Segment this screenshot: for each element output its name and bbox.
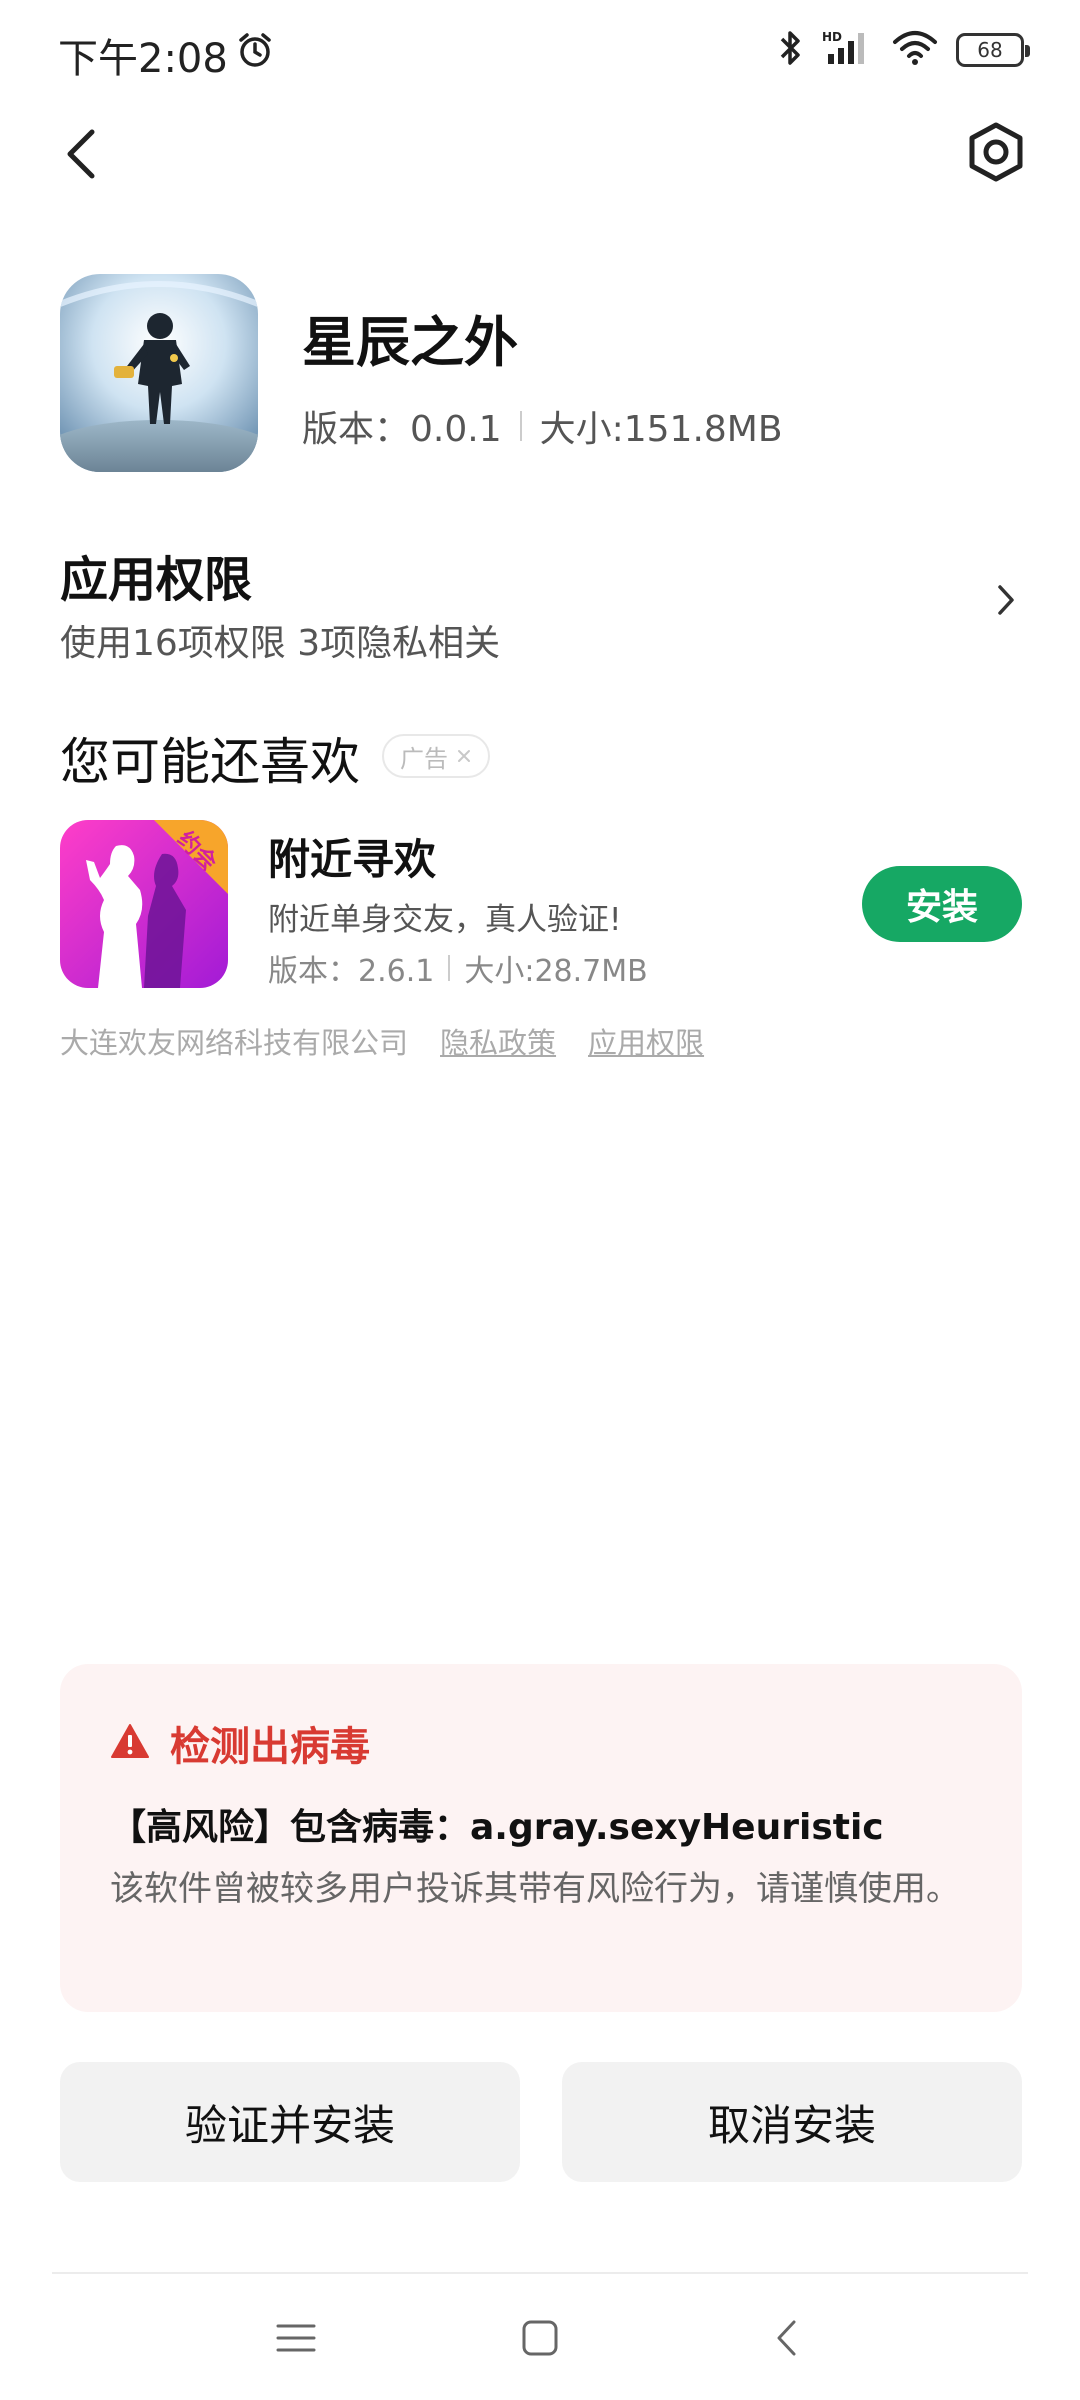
recommend-title: 您可能还喜欢 (60, 733, 360, 791)
meta-separator (519, 411, 522, 441)
home-icon (521, 2319, 559, 2361)
cancel-install-button[interactable]: 取消安装 (562, 2062, 1022, 2182)
app-permissions-link[interactable]: 应用权限 (588, 1020, 704, 1062)
recommend-app-name: 附近寻欢 (268, 835, 437, 884)
app-size: 大小:151.8MB (539, 409, 783, 450)
battery-indicator: 68 (956, 33, 1030, 67)
recommend-app-meta: 版本：2.6.1 大小:28.7MB (268, 946, 648, 990)
permissions-title: 应用权限 (60, 552, 253, 608)
nav-back-button[interactable] (756, 2310, 816, 2370)
app-meta: 版本：0.0.1 大小:151.8MB (302, 400, 783, 452)
menu-icon (276, 2322, 316, 2358)
settings-button[interactable] (964, 122, 1028, 186)
clock-text: 下午2:08 (58, 36, 228, 82)
bluetooth-icon (778, 28, 804, 72)
menu-button[interactable] (266, 2310, 326, 2370)
warning-header: 检测出病毒 (110, 1714, 370, 1772)
battery-level: 68 (977, 38, 1003, 62)
back-button[interactable] (52, 126, 112, 186)
recommend-app-version: 版本：2.6.1 (268, 954, 435, 989)
permissions-row[interactable]: 应用权限 使用16项权限 3项隐私相关 (60, 540, 1026, 670)
signal-icon: HD (822, 28, 874, 72)
status-time: 下午2:08 (58, 26, 274, 84)
close-icon (456, 742, 472, 770)
warning-icon (110, 1723, 150, 1763)
recommend-app-icon[interactable]: 约会 (60, 820, 228, 988)
virus-warning-card: 检测出病毒 【高风险】包含病毒：a.gray.sexyHeuristic 该软件… (60, 1664, 1022, 2012)
recommend-app-description: 附近单身交友，真人验证! (268, 902, 622, 938)
back-arrow-icon (62, 126, 102, 186)
status-icons: HD 68 (778, 28, 1030, 72)
meta-separator (448, 955, 451, 981)
app-version: 版本：0.0.1 (302, 409, 502, 450)
nav-divider (52, 2272, 1028, 2274)
wifi-icon (892, 28, 938, 72)
app-name: 星辰之外 (302, 311, 518, 374)
chevron-right-icon (986, 580, 1026, 620)
app-icon (60, 274, 258, 472)
navigation-bar (0, 2300, 1080, 2380)
ad-label: 广告 (400, 744, 448, 773)
verify-install-button[interactable]: 验证并安装 (60, 2062, 520, 2182)
svg-text:HD: HD (822, 30, 842, 44)
back-icon (774, 2318, 798, 2362)
home-button[interactable] (510, 2310, 570, 2370)
developer-name: 大连欢友网络科技有限公司 (60, 1026, 409, 1060)
warning-title: 检测出病毒 (170, 1724, 370, 1770)
developer-row: 大连欢友网络科技有限公司 隐私政策 应用权限 (60, 1020, 704, 1062)
settings-icon (967, 121, 1025, 187)
recommend-app-size: 大小:28.7MB (464, 954, 648, 989)
warning-description: 该软件曾被较多用户投诉其带有风险行为，请谨慎使用。 (110, 1869, 960, 1909)
install-button[interactable]: 安装 (862, 866, 1022, 942)
status-bar: 下午2:08 HD 68 (0, 0, 1080, 104)
warning-detail: 【高风险】包含病毒：a.gray.sexyHeuristic (110, 1807, 884, 1848)
permissions-summary: 使用16项权限 3项隐私相关 (60, 623, 501, 664)
privacy-policy-link[interactable]: 隐私政策 (440, 1020, 556, 1062)
alarm-icon (236, 31, 274, 79)
ad-badge[interactable]: 广告 (382, 734, 490, 778)
